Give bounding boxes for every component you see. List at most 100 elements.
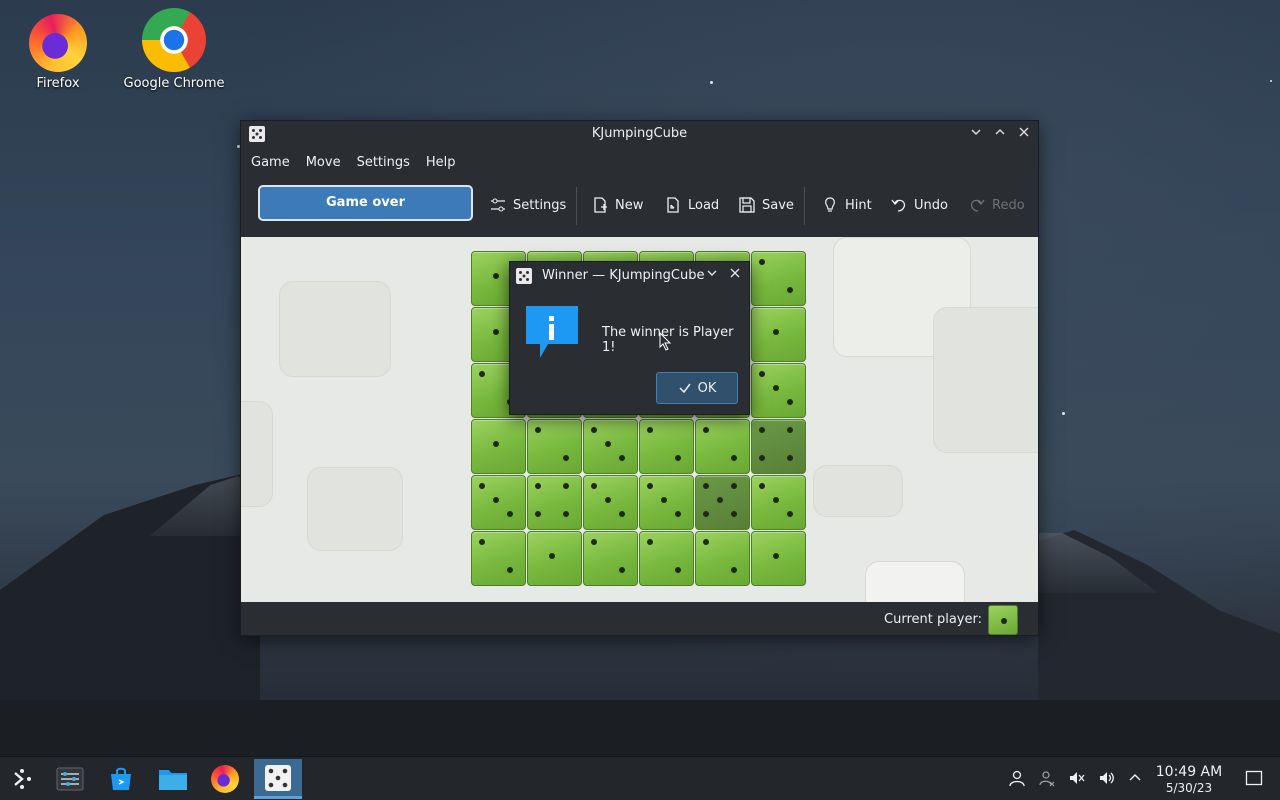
pip: [619, 511, 625, 517]
menu-game[interactable]: Game: [243, 155, 298, 170]
pip: [549, 553, 555, 559]
wallpaper-star: [1062, 412, 1065, 415]
audio-muted-icon[interactable]: [1068, 769, 1086, 787]
pip: [493, 329, 499, 335]
launcher-icon: [14, 769, 31, 789]
dialog-title: Winner — KJumpingCube: [542, 268, 705, 283]
close-icon: [1019, 127, 1029, 137]
maximize-button[interactable]: [991, 125, 1009, 143]
cube[interactable]: [471, 419, 526, 474]
cube[interactable]: [695, 475, 750, 530]
background-decoration: [813, 465, 903, 517]
task-kjumpingcube[interactable]: [254, 759, 302, 799]
cube[interactable]: [527, 419, 582, 474]
pip: [591, 427, 597, 433]
show-desktop-icon[interactable]: [1245, 769, 1263, 787]
background-decoration: [279, 281, 391, 377]
menu-settings[interactable]: Settings: [349, 155, 418, 170]
hint-button[interactable]: Hint: [821, 194, 872, 216]
cube[interactable]: [639, 531, 694, 586]
load-button[interactable]: Load: [664, 194, 719, 216]
save-label: Save: [762, 197, 794, 213]
application-launcher[interactable]: [0, 759, 44, 799]
digital-clock[interactable]: 10:49 AM 5/30/23: [1150, 764, 1228, 795]
pip: [773, 497, 779, 503]
cube[interactable]: [639, 419, 694, 474]
settings-label: Settings: [513, 197, 567, 213]
pip: [773, 553, 779, 559]
new-game-button[interactable]: New: [591, 194, 643, 216]
shopping-bag-icon: [111, 767, 131, 790]
statusbar: Current player:: [241, 602, 1038, 636]
pip: [535, 483, 541, 489]
pip: [703, 539, 709, 545]
load-label: Load: [688, 197, 720, 213]
cube[interactable]: [751, 475, 806, 530]
cube[interactable]: [695, 531, 750, 586]
task-system-settings[interactable]: [48, 759, 92, 799]
winner-message: The winner is Player 1!: [602, 325, 734, 355]
pip: [647, 427, 653, 433]
settings-button[interactable]: Settings: [489, 194, 566, 216]
cube[interactable]: [751, 307, 806, 362]
pip: [759, 259, 765, 265]
cube[interactable]: [527, 475, 582, 530]
task-discover[interactable]: [99, 759, 143, 799]
menu-move[interactable]: Move: [298, 155, 349, 170]
redo-button[interactable]: Redo: [968, 194, 1025, 216]
user-icon[interactable]: [1008, 769, 1026, 787]
lightbulb-icon: [825, 197, 835, 212]
show-hidden-icons-chevron-up-icon[interactable]: [1126, 769, 1144, 787]
checkmark-icon: [679, 383, 691, 394]
desktop-icon-chrome[interactable]: Google Chrome: [119, 8, 229, 91]
chevron-down-icon: [707, 270, 717, 276]
cube[interactable]: [695, 419, 750, 474]
ok-button[interactable]: OK: [656, 372, 738, 404]
undo-button[interactable]: Undo: [890, 194, 948, 216]
dialog-titlebar[interactable]: Winner — KJumpingCube: [510, 262, 749, 290]
task-dolphin[interactable]: [151, 759, 195, 799]
open-document-icon: [667, 197, 679, 213]
cube[interactable]: [527, 531, 582, 586]
firefox-icon: [29, 14, 87, 72]
pip: [619, 455, 625, 461]
new-document-icon: [594, 197, 607, 213]
cube[interactable]: [471, 475, 526, 530]
cube[interactable]: [751, 363, 806, 418]
dice-app-icon: [516, 268, 532, 284]
user-switch-icon[interactable]: [1038, 769, 1056, 787]
menu-help[interactable]: Help: [418, 155, 464, 170]
volume-icon[interactable]: [1098, 769, 1116, 787]
save-button[interactable]: Save: [738, 194, 794, 216]
pip: [661, 497, 667, 503]
pip: [787, 455, 793, 461]
sliders-icon: [491, 198, 505, 212]
pip: [507, 511, 513, 517]
cube[interactable]: [471, 531, 526, 586]
current-player-swatch: [988, 605, 1018, 635]
dialog-close-button[interactable]: [727, 267, 743, 283]
folder-icon: [159, 770, 187, 790]
pip: [787, 399, 793, 405]
desktop-icon-label: Google Chrome: [123, 76, 225, 91]
game-status-button[interactable]: Game over: [258, 185, 473, 221]
window-titlebar[interactable]: KJumpingCube: [241, 121, 1038, 147]
dice-icon: [265, 764, 291, 791]
cube[interactable]: [751, 419, 806, 474]
cube[interactable]: [751, 251, 806, 306]
task-firefox[interactable]: [203, 759, 247, 799]
close-button[interactable]: [1015, 125, 1033, 143]
cube[interactable]: [583, 475, 638, 530]
pip: [703, 483, 709, 489]
pip: [647, 539, 653, 545]
cube[interactable]: [751, 531, 806, 586]
pip: [647, 483, 653, 489]
pip: [605, 497, 611, 503]
minimize-button[interactable]: [967, 125, 985, 143]
pip: [675, 567, 681, 573]
cube[interactable]: [583, 419, 638, 474]
cube[interactable]: [639, 475, 694, 530]
cube[interactable]: [583, 531, 638, 586]
desktop-icon-firefox[interactable]: Firefox: [3, 10, 113, 91]
dialog-minimize-button[interactable]: [704, 267, 720, 283]
